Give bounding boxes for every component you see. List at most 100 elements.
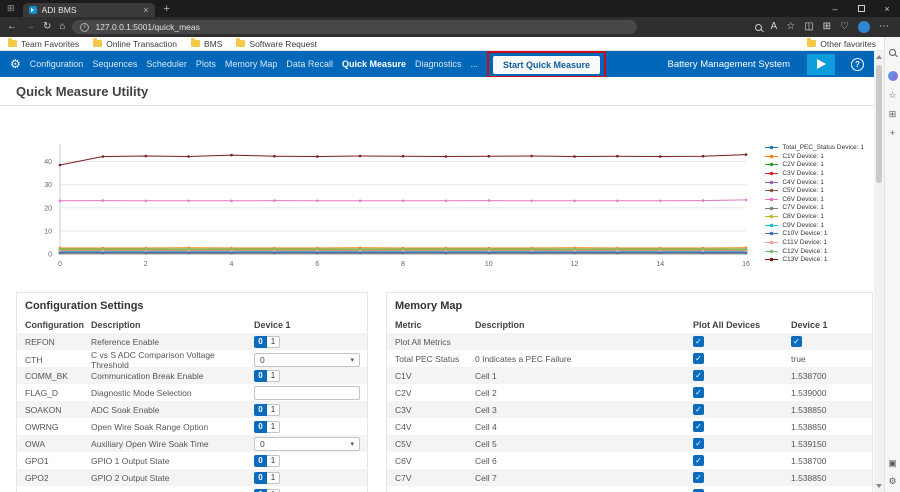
collections-icon[interactable]: ⊞ <box>823 22 831 32</box>
nav-item-data-recall[interactable]: Data Recall <box>286 59 333 69</box>
sidebar-screenshot-icon[interactable]: ▣ <box>888 459 897 468</box>
device1-control-cell <box>254 386 360 400</box>
checkbox-checked[interactable]: ✓ <box>791 336 802 347</box>
legend-item-total-pec-status[interactable]: Total_PEC_Status Device: 1 <box>764 144 864 151</box>
toggle-option-1[interactable]: 1 <box>267 421 280 433</box>
browser-essentials-icon[interactable]: ♡ <box>840 22 849 32</box>
favorites-bar-item-bms[interactable]: BMS <box>191 39 222 49</box>
dropdown-select[interactable]: 0▾ <box>254 353 360 367</box>
nav-item-more[interactable]: ... <box>471 59 479 69</box>
back-button[interactable]: ← <box>7 22 17 32</box>
sidebar-settings-icon[interactable]: ⚙ <box>888 477 896 486</box>
nav-item-memory-map[interactable]: Memory Map <box>225 59 278 69</box>
legend-item-c3v[interactable]: C3V Device: 1 <box>764 170 864 177</box>
legend-item-c10v[interactable]: C10V Device: 1 <box>764 230 864 237</box>
favorites-bar-item-team-favorites[interactable]: Team Favorites <box>8 39 79 49</box>
more-menu-icon[interactable]: ⋯ <box>879 22 889 32</box>
search-icon[interactable] <box>755 18 762 36</box>
legend-item-c5v[interactable]: C5V Device: 1 <box>764 187 864 194</box>
scroll-up-arrow-icon[interactable] <box>876 55 882 59</box>
checkbox-checked[interactable]: ✓ <box>693 387 704 398</box>
checkbox-checked[interactable]: ✓ <box>693 370 704 381</box>
toggle-option-1[interactable]: 1 <box>267 489 280 492</box>
help-icon[interactable]: ? <box>851 58 864 71</box>
toggle-option-1[interactable]: 1 <box>267 404 280 416</box>
start-quick-measure-button[interactable]: Start Quick Measure <box>493 56 600 74</box>
toggle-option-0[interactable]: 0 <box>254 336 267 348</box>
maximize-button[interactable] <box>848 0 874 17</box>
legend-item-c2v[interactable]: C2V Device: 1 <box>764 161 864 168</box>
other-favorites[interactable]: Other favorites <box>807 39 876 49</box>
legend-item-c6v[interactable]: C6V Device: 1 <box>764 196 864 203</box>
sidebar-search-icon[interactable] <box>889 43 896 61</box>
split-screen-icon[interactable]: ◫ <box>804 22 813 32</box>
metric-name: C2V <box>395 388 475 398</box>
legend-item-c9v[interactable]: C9V Device: 1 <box>764 222 864 229</box>
nav-item-scheduler[interactable]: Scheduler <box>146 59 187 69</box>
read-aloud-icon[interactable]: A <box>771 22 778 32</box>
address-bar[interactable]: i 127.0.0.1:5001/quick_meas <box>72 20 637 34</box>
minimize-button[interactable]: – <box>822 0 848 17</box>
toggle-option-0[interactable]: 0 <box>254 455 267 467</box>
new-tab-button[interactable]: + <box>164 3 170 15</box>
favorite-label: Team Favorites <box>21 39 79 49</box>
nav-item-quick-measure[interactable]: Quick Measure <box>342 59 406 69</box>
checkbox-checked[interactable]: ✓ <box>693 336 704 347</box>
legend-item-c12v[interactable]: C12V Device: 1 <box>764 248 864 255</box>
table-row-c4v: C4VCell 4✓1.538850 <box>387 418 872 435</box>
profile-avatar[interactable] <box>858 21 870 33</box>
svg-text:2: 2 <box>144 261 148 268</box>
toggle-option-0[interactable]: 0 <box>254 404 267 416</box>
text-input[interactable] <box>254 386 360 400</box>
favorites-bar-item-software-request[interactable]: Software Request <box>236 39 317 49</box>
close-button[interactable]: × <box>874 0 900 17</box>
legend-item-c1v[interactable]: C1V Device: 1 <box>764 153 864 160</box>
sidebar-copilot-icon[interactable] <box>888 71 898 81</box>
scroll-down-arrow-icon[interactable] <box>876 484 882 488</box>
sidebar-add-icon[interactable]: + <box>890 129 895 138</box>
forward-button[interactable]: → <box>25 22 35 32</box>
quick-measure-chart: 0102030400246810121416 Total_PEC_Status … <box>0 106 874 284</box>
toggle-option-0[interactable]: 0 <box>254 370 267 382</box>
nav-item-configuration[interactable]: Configuration <box>30 59 84 69</box>
plot-all-cell: ✓ <box>693 353 791 364</box>
workspaces-icon[interactable]: ⊞ <box>7 3 15 14</box>
page-content: Quick Measure Utility 010203040024681012… <box>0 77 874 492</box>
sidebar-collections-icon[interactable]: ⊞ <box>889 110 897 119</box>
favorites-bar-item-online-transaction[interactable]: Online Transaction <box>93 39 177 49</box>
toggle-option-1[interactable]: 1 <box>267 336 280 348</box>
legend-item-c13v[interactable]: C13V Device: 1 <box>764 256 864 263</box>
home-button[interactable]: ⌂ <box>59 22 65 32</box>
toggle-option-0[interactable]: 0 <box>254 489 267 492</box>
toggle-option-1[interactable]: 1 <box>267 455 280 467</box>
sidebar-favorites-icon[interactable]: ☆ <box>888 91 896 100</box>
refresh-button[interactable]: ↻ <box>43 22 51 32</box>
nav-item-sequences[interactable]: Sequences <box>92 59 137 69</box>
browser-titlebar: ⊞ ADI BMS × + – × <box>0 0 900 17</box>
toggle-option-1[interactable]: 1 <box>267 472 280 484</box>
nav-item-diagnostics[interactable]: Diagnostics <box>415 59 462 69</box>
checkbox-checked[interactable]: ✓ <box>693 404 704 415</box>
checkbox-checked[interactable]: ✓ <box>693 438 704 449</box>
toggle-option-0[interactable]: 0 <box>254 472 267 484</box>
scrollbar-thumb[interactable] <box>876 65 882 183</box>
settings-gear-icon[interactable]: ⚙ <box>10 57 21 71</box>
tab-close-icon[interactable]: × <box>143 5 148 15</box>
legend-item-c8v[interactable]: C8V Device: 1 <box>764 213 864 220</box>
checkbox-checked[interactable]: ✓ <box>693 353 704 364</box>
nav-item-plots[interactable]: Plots <box>196 59 216 69</box>
toggle-option-0[interactable]: 0 <box>254 421 267 433</box>
checkbox-checked[interactable]: ✓ <box>693 472 704 483</box>
legend-item-c4v[interactable]: C4V Device: 1 <box>764 179 864 186</box>
toggle-option-1[interactable]: 1 <box>267 370 280 382</box>
site-info-icon[interactable]: i <box>80 23 89 32</box>
legend-item-c11v[interactable]: C11V Device: 1 <box>764 239 864 246</box>
favorites-star-icon[interactable]: ☆ <box>786 22 795 32</box>
page-scrollbar[interactable] <box>874 51 884 492</box>
checkbox-checked[interactable]: ✓ <box>693 421 704 432</box>
browser-tab[interactable]: ADI BMS × <box>23 3 155 17</box>
checkbox-checked[interactable]: ✓ <box>693 455 704 466</box>
legend-item-c7v[interactable]: C7V Device: 1 <box>764 204 864 211</box>
toggle-01: 01 <box>254 472 280 484</box>
dropdown-select[interactable]: 0▾ <box>254 437 360 451</box>
